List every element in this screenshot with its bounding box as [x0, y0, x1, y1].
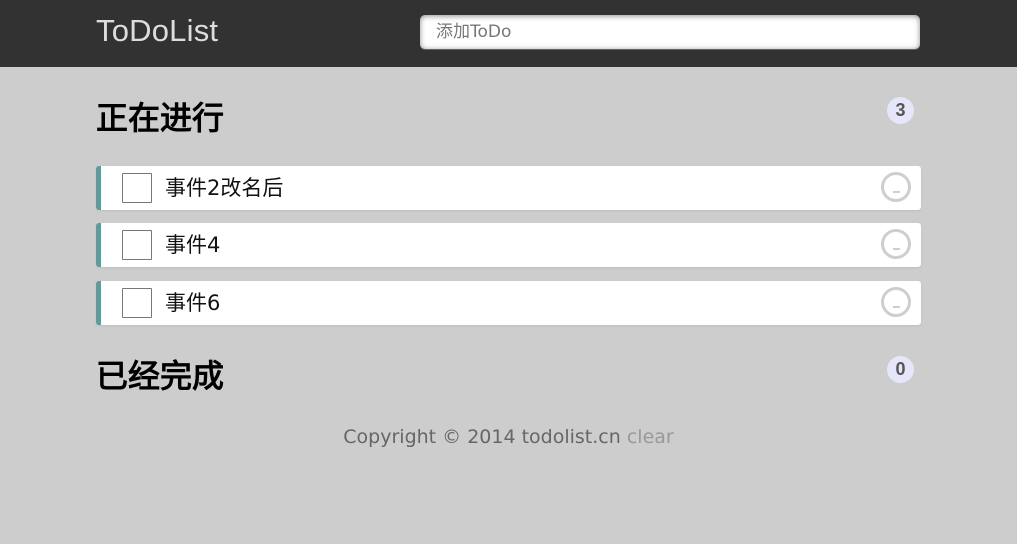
todo-checkbox[interactable]: [122, 173, 152, 203]
minus-icon: [893, 306, 900, 308]
doing-section-title: 正在进行: [96, 99, 225, 137]
todo-item: 事件2改名后: [96, 166, 921, 210]
delete-icon[interactable]: [881, 229, 911, 259]
todo-text[interactable]: 事件2改名后: [165, 166, 283, 210]
todo-item: 事件4: [96, 223, 921, 267]
clear-link[interactable]: clear: [627, 426, 674, 448]
todo-checkbox[interactable]: [122, 230, 152, 260]
footer: Copyright © 2014 todolist.cn clear: [0, 425, 1017, 449]
todo-text[interactable]: 事件4: [165, 223, 220, 267]
add-todo-input[interactable]: [420, 15, 920, 49]
minus-icon: [893, 248, 900, 250]
minus-icon: [893, 191, 900, 193]
delete-icon[interactable]: [881, 172, 911, 202]
done-count-badge: 0: [887, 356, 914, 383]
app-header: ToDoList: [0, 0, 1017, 67]
todo-text[interactable]: 事件6: [165, 281, 220, 325]
footer-copyright: Copyright © 2014 todolist.cn: [343, 426, 621, 448]
doing-count-badge: 3: [887, 97, 914, 124]
todo-item: 事件6: [96, 281, 921, 325]
done-section-title: 已经完成: [96, 357, 225, 395]
todo-checkbox[interactable]: [122, 288, 152, 318]
delete-icon[interactable]: [881, 287, 911, 317]
app-title: ToDoList: [96, 13, 219, 48]
